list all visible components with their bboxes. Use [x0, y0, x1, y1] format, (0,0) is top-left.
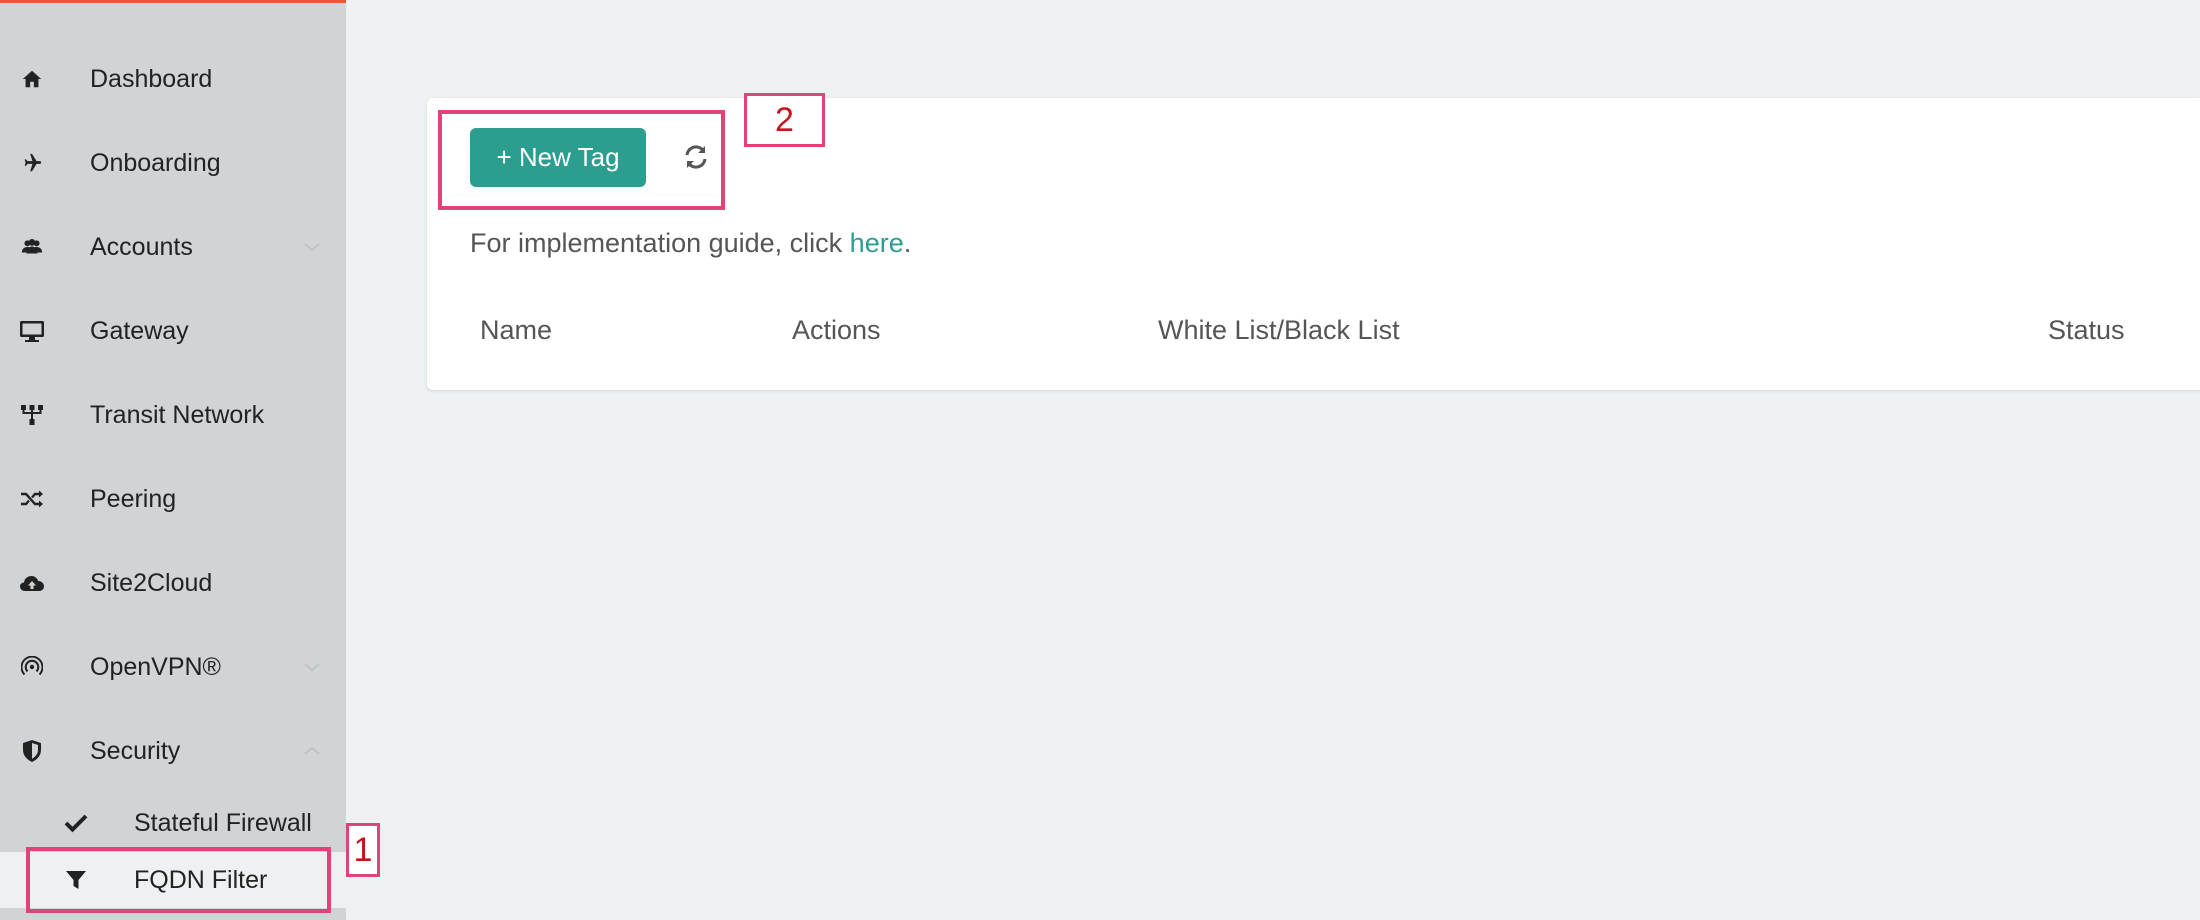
sidebar-item-peering[interactable]: Peering	[0, 469, 346, 529]
sidebar-item-label: FQDN Filter	[134, 865, 268, 894]
sidebar-item-security[interactable]: Security	[0, 721, 346, 781]
sidebar-item-label: Onboarding	[90, 148, 221, 177]
guide-prefix: For implementation guide, click	[470, 228, 850, 258]
refresh-button[interactable]	[679, 140, 713, 174]
sidebar-item-label: Peering	[90, 484, 177, 513]
sidebar-item-label: OpenVPN®	[90, 652, 221, 681]
sidebar-item-label: Dashboard	[90, 64, 213, 93]
new-tag-button[interactable]: + New Tag	[470, 128, 646, 187]
sidebar-item-onboarding[interactable]: Onboarding	[0, 133, 346, 193]
airplane-icon	[18, 149, 46, 177]
sidebar-item-label: Site2Cloud	[90, 568, 213, 597]
step-marker-2-label: 2	[775, 100, 794, 139]
sidebar-item-site2cloud[interactable]: Site2Cloud	[0, 553, 346, 613]
check-icon	[62, 809, 90, 837]
step-marker-1-label: 1	[353, 830, 373, 869]
sidebar-item-dashboard[interactable]: Dashboard	[0, 49, 346, 109]
sidebar-subitem-stateful-firewall[interactable]: Stateful Firewall	[0, 795, 346, 851]
column-header-whitelist-blacklist[interactable]: White List/Black List	[1158, 315, 1400, 346]
sidebar-item-label: Stateful Firewall	[134, 808, 312, 837]
sidebar-item-gateway[interactable]: Gateway	[0, 301, 346, 361]
monitor-icon	[18, 317, 46, 345]
top-accent-line	[0, 0, 346, 3]
cloud-upload-icon	[18, 569, 46, 597]
step-marker-2: 2	[744, 93, 825, 147]
sidebar-subitem-fqdn-filter[interactable]: FQDN Filter	[0, 852, 346, 908]
sidebar-item-label: Transit Network	[90, 400, 265, 429]
chevron-up-icon	[302, 741, 322, 761]
sidebar-item-accounts[interactable]: Accounts	[0, 217, 346, 277]
sidebar-item-label: Security	[90, 736, 181, 765]
shuffle-icon	[18, 485, 46, 513]
column-header-status[interactable]: Status	[2048, 315, 2125, 346]
home-icon	[18, 65, 46, 93]
sidebar-item-openvpn[interactable]: OpenVPN®	[0, 637, 346, 697]
sidebar-item-transit-network[interactable]: Transit Network	[0, 385, 346, 445]
guide-here-link[interactable]: here	[850, 228, 904, 258]
chevron-down-icon	[302, 237, 322, 257]
implementation-guide-text: For implementation guide, click here.	[470, 228, 911, 259]
guide-suffix: .	[903, 228, 912, 258]
shield-icon	[18, 737, 46, 765]
signal-icon	[18, 653, 46, 681]
column-header-name[interactable]: Name	[480, 315, 552, 346]
users-icon	[18, 233, 46, 261]
sidebar: Dashboard Onboarding Accounts Gateway Tr…	[0, 0, 346, 920]
sidebar-item-label: Accounts	[90, 232, 193, 261]
network-icon	[18, 401, 46, 429]
refresh-icon	[682, 143, 710, 171]
step-marker-1: 1	[346, 823, 380, 877]
chevron-down-icon	[302, 657, 322, 677]
column-header-actions[interactable]: Actions	[792, 315, 881, 346]
sidebar-item-label: Gateway	[90, 316, 189, 345]
filter-icon	[62, 866, 90, 894]
